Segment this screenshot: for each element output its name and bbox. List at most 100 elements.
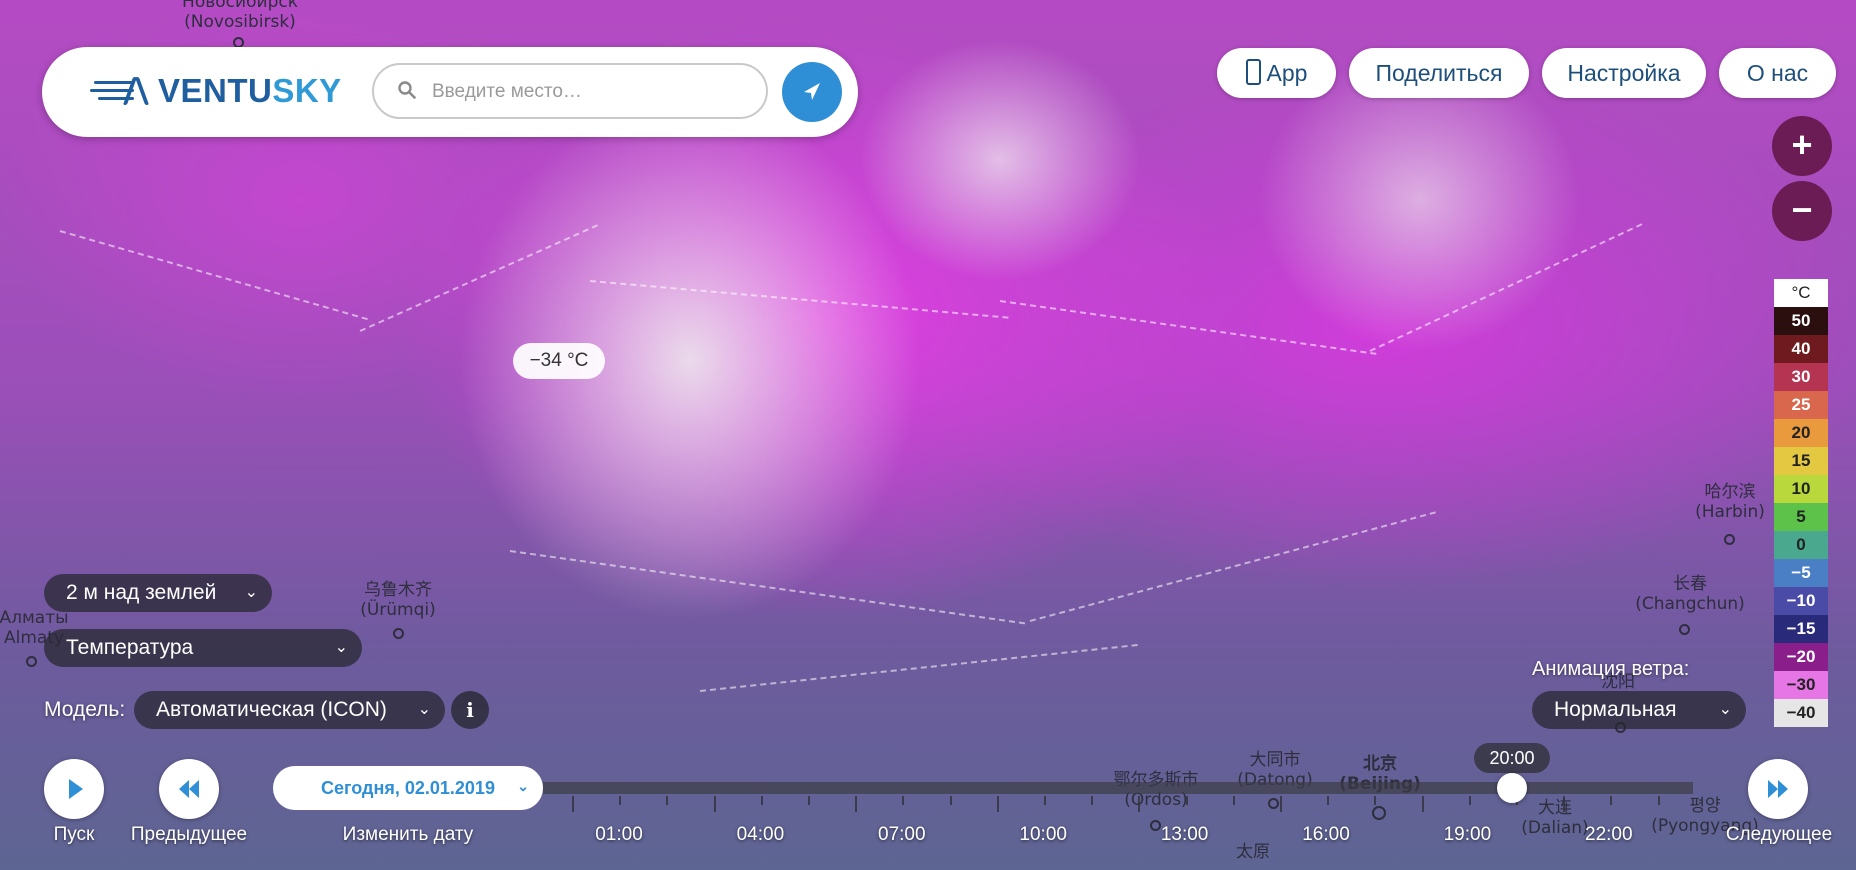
wind-animation-select[interactable]: Нормальная ⌄ bbox=[1532, 691, 1746, 729]
timeline-hour-label: 22:00 bbox=[1585, 824, 1633, 845]
legend-cell: −40 bbox=[1774, 699, 1828, 727]
border-line bbox=[999, 300, 1377, 355]
map-label-taiyuan: 太原 bbox=[1236, 842, 1270, 862]
legend-cell: −15 bbox=[1774, 615, 1828, 643]
city-dot bbox=[1372, 806, 1386, 820]
map-label-novosibirsk: Новосибирск bbox=[182, 0, 298, 12]
ventusky-logo[interactable]: VENTUSKY bbox=[90, 71, 342, 111]
temperature-legend: °C 50 40 30 25 20 15 10 5 0 −5 −10 −15 −20 −30 −40 bbox=[1774, 279, 1828, 727]
timeline-current-time: 20:00 bbox=[1474, 743, 1550, 773]
legend-cell: 25 bbox=[1774, 391, 1828, 419]
next-button[interactable] bbox=[1748, 759, 1808, 819]
app-button[interactable]: App bbox=[1217, 48, 1336, 98]
city-dot bbox=[1679, 624, 1690, 635]
chevron-down-icon: ⌄ bbox=[517, 778, 529, 794]
change-date-caption: Изменить дату bbox=[342, 824, 474, 845]
chevron-down-icon: ⌄ bbox=[417, 701, 431, 718]
timeline-hour-label: 10:00 bbox=[1019, 824, 1067, 845]
border-line bbox=[699, 644, 1138, 692]
timeline-hour-label: 07:00 bbox=[878, 824, 926, 845]
model-select-value: Автоматическая (ICON) bbox=[156, 698, 387, 721]
zoom-out-button[interactable]: − bbox=[1772, 181, 1832, 241]
timeline-tick bbox=[1185, 796, 1188, 805]
model-label: Модель: bbox=[44, 698, 126, 721]
timeline-tick bbox=[855, 796, 858, 812]
layer-select-value: Температура bbox=[66, 636, 194, 659]
legend-cell: −10 bbox=[1774, 587, 1828, 615]
locate-me-button[interactable] bbox=[782, 62, 842, 122]
border-line bbox=[1369, 223, 1643, 352]
timeline-hour-label: 04:00 bbox=[736, 824, 785, 845]
timeline-tick bbox=[1563, 796, 1566, 812]
legend-cell: 40 bbox=[1774, 335, 1828, 363]
timeline-tick bbox=[1280, 796, 1282, 812]
timeline-hour-label: 13:00 bbox=[1160, 824, 1209, 845]
timeline-tick bbox=[1327, 796, 1330, 805]
timeline-tick bbox=[1468, 796, 1471, 805]
legend-cell: −5 bbox=[1774, 559, 1828, 587]
play-icon bbox=[69, 779, 83, 799]
timeline-tick bbox=[1044, 796, 1046, 805]
timeline-handle[interactable] bbox=[1497, 773, 1527, 803]
about-button[interactable]: О нас bbox=[1719, 48, 1836, 98]
legend-cell: 15 bbox=[1774, 447, 1828, 475]
timeline-tick bbox=[1657, 796, 1660, 805]
model-info-button[interactable]: i bbox=[451, 691, 489, 729]
model-select[interactable]: Автоматическая (ICON) ⌄ bbox=[134, 691, 445, 729]
date-select-value: Сегодня, 02.01.2019 bbox=[321, 778, 495, 798]
border-line bbox=[509, 550, 1026, 625]
city-dot bbox=[26, 656, 37, 667]
search-input[interactable] bbox=[430, 77, 754, 107]
search-icon bbox=[398, 81, 416, 99]
border-line bbox=[1029, 511, 1436, 622]
share-button[interactable]: Поделиться bbox=[1349, 48, 1529, 98]
timeline-tick bbox=[760, 796, 763, 805]
timeline-tick bbox=[1138, 796, 1141, 812]
logo-wordmark: VENTUSKY bbox=[158, 72, 342, 109]
wind-animation-label: Анимация ветра: bbox=[1532, 658, 1690, 680]
level-select[interactable]: 2 м над землей ⌄ bbox=[44, 574, 272, 612]
next-caption: Следующее bbox=[1725, 824, 1833, 845]
chevron-down-icon: ⌄ bbox=[334, 639, 348, 656]
chevron-down-icon: ⌄ bbox=[244, 584, 258, 601]
previous-caption: Предыдущее bbox=[130, 824, 248, 845]
rewind-icon bbox=[179, 780, 199, 798]
legend-cell: 50 bbox=[1774, 307, 1828, 335]
timeline-tick bbox=[808, 796, 810, 805]
city-dot bbox=[1268, 798, 1279, 809]
legend-cell: 10 bbox=[1774, 475, 1828, 503]
city-dot bbox=[1724, 534, 1735, 545]
legend-cell: −30 bbox=[1774, 671, 1828, 699]
level-select-value: 2 м над землей bbox=[66, 581, 217, 604]
map-label-urumqi: 乌鲁木齐 (Ürümqi) bbox=[360, 580, 436, 620]
previous-button[interactable] bbox=[159, 759, 219, 819]
date-select-button[interactable]: Сегодня, 02.01.2019 ⌄ bbox=[273, 766, 543, 810]
legend-cell: 0 bbox=[1774, 531, 1828, 559]
timeline-hour-label: 01:00 bbox=[595, 824, 643, 845]
fast-forward-icon bbox=[1768, 780, 1788, 798]
layer-select[interactable]: Температура ⌄ bbox=[44, 629, 362, 667]
timeline-tick bbox=[713, 796, 716, 812]
settings-button[interactable]: Настройка bbox=[1542, 48, 1706, 98]
timeline-hour-label: 19:00 bbox=[1443, 824, 1492, 845]
timeline-tick bbox=[1610, 796, 1613, 805]
play-button[interactable] bbox=[44, 759, 104, 819]
legend-cell: −20 bbox=[1774, 643, 1828, 671]
timeline-hour-label: 16:00 bbox=[1302, 824, 1350, 845]
border-line bbox=[359, 224, 598, 332]
zoom-in-button[interactable]: + bbox=[1772, 116, 1832, 176]
chevron-down-icon: ⌄ bbox=[1718, 701, 1732, 718]
search-box[interactable] bbox=[372, 63, 768, 119]
map-label-novosibirsk: (Novosibirsk) bbox=[184, 12, 296, 32]
border-line bbox=[59, 230, 368, 321]
location-arrow-icon bbox=[804, 83, 820, 100]
border-line bbox=[589, 280, 1009, 319]
phone-icon bbox=[1245, 59, 1261, 85]
temperature-readout: −34 °C bbox=[513, 343, 605, 379]
timeline-tick bbox=[572, 796, 574, 812]
timeline-tick bbox=[949, 796, 952, 805]
timeline-tick bbox=[666, 796, 669, 805]
legend-cell: 5 bbox=[1774, 503, 1828, 531]
map-label-harbin: 哈尔滨 (Harbin) bbox=[1695, 482, 1765, 522]
timeline-tick bbox=[619, 796, 622, 805]
